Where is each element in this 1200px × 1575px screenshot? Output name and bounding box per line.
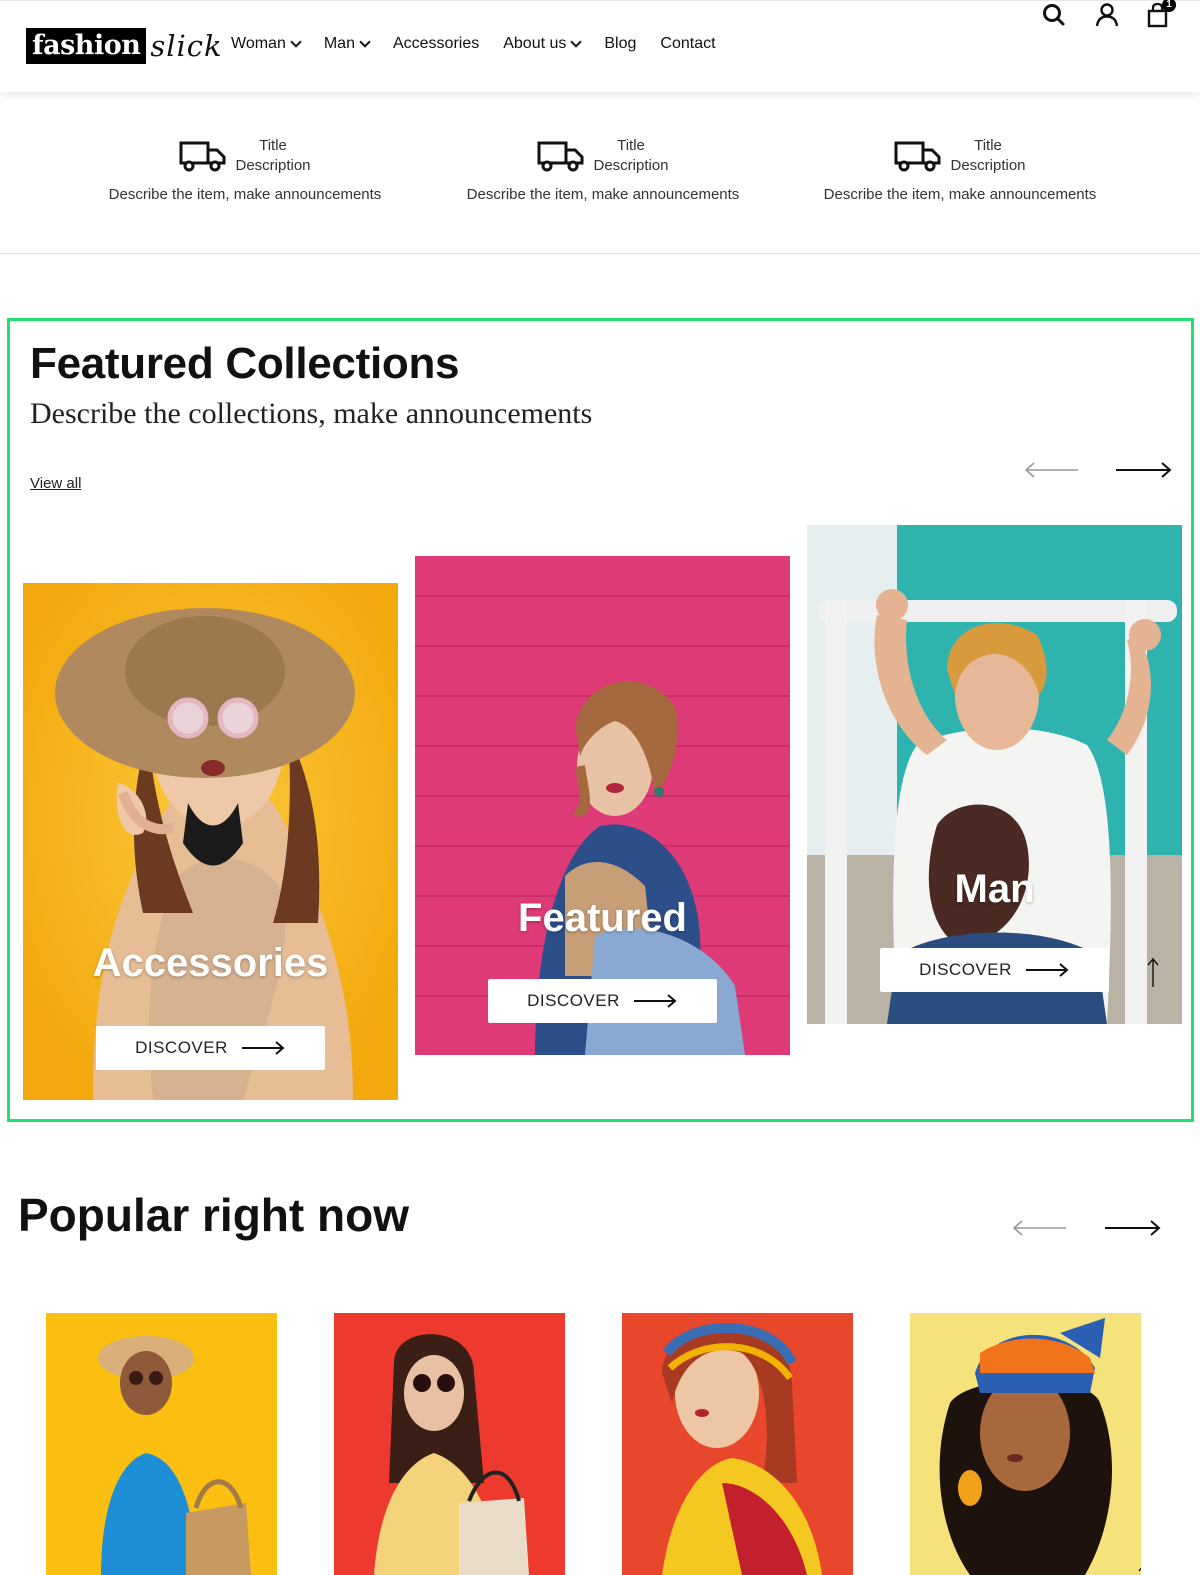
nav-item-blog[interactable]: Blog: [604, 35, 636, 53]
search-icon[interactable]: [1040, 1, 1068, 29]
collection-card-man[interactable]: Man DISCOVER: [807, 525, 1182, 1024]
feature-description: Describe the item, make announcements: [823, 186, 1097, 203]
collection-title: Featured: [518, 896, 687, 940]
discover-button-label: DISCOVER: [919, 960, 1012, 979]
arrow-up-icon: [1147, 957, 1159, 987]
product-card[interactable]: [46, 1313, 277, 1575]
arrow-right-icon: [1116, 462, 1172, 478]
collection-card-featured[interactable]: Featured DISCOVER: [415, 556, 790, 1055]
section-title: Featured Collections: [30, 339, 460, 388]
product-image: [46, 1313, 277, 1575]
feature-title: Title: [617, 137, 645, 154]
product-card[interactable]: [622, 1313, 853, 1575]
discover-button[interactable]: DISCOVER: [880, 948, 1109, 992]
carousel-prev-button[interactable]: [1022, 458, 1082, 482]
popular-next-button[interactable]: [1103, 1216, 1163, 1240]
chevron-down-icon: [570, 35, 583, 48]
site-header: fashion slick Woman Man Accessories Abou…: [0, 0, 1200, 92]
cart-count-badge: 1: [1162, 0, 1176, 12]
chevron-down-icon: [290, 35, 302, 48]
feature-item: Title Description Describe the item, mak…: [443, 136, 763, 203]
product-card[interactable]: [910, 1313, 1141, 1575]
arrow-right-icon: [1025, 963, 1069, 977]
arrow-right-icon: [1105, 1220, 1161, 1236]
arrow-right-icon: [633, 994, 677, 1008]
scroll-to-top-button[interactable]: [1138, 1563, 1141, 1575]
feature-description: Describe the item, make announcements: [466, 186, 740, 203]
feature-subtitle: Description: [593, 157, 669, 174]
discover-button-label: DISCOVER: [527, 991, 620, 1010]
product-image: [910, 1313, 1141, 1575]
feature-item: Title Description Describe the item, mak…: [800, 136, 1120, 203]
nav-item-label: Blog: [604, 35, 637, 52]
arrow-left-icon: [1024, 462, 1078, 478]
nav-item-contact[interactable]: Contact: [660, 35, 715, 53]
discover-button[interactable]: DISCOVER: [96, 1026, 325, 1070]
nav-item-label: Contact: [660, 35, 716, 52]
nav-item-label: About us: [503, 35, 567, 52]
product-card[interactable]: [334, 1313, 565, 1575]
nav-item-man[interactable]: Man: [323, 35, 371, 53]
popular-prev-button[interactable]: [1010, 1216, 1070, 1240]
scroll-to-top-button[interactable]: [1147, 957, 1159, 989]
logo[interactable]: fashion slick: [26, 28, 223, 64]
features-strip: Title Description Describe the item, mak…: [0, 92, 1200, 254]
feature-description: Describe the item, make announcements: [108, 186, 382, 203]
view-all-link[interactable]: View all: [30, 475, 81, 492]
chevron-down-icon: [359, 35, 371, 48]
product-image: [622, 1313, 853, 1575]
discover-button[interactable]: DISCOVER: [488, 979, 717, 1023]
truck-icon: [894, 141, 941, 172]
feature-title: Title: [259, 137, 287, 154]
popular-section-title: Popular right now: [18, 1189, 409, 1241]
collection-image: [23, 583, 398, 1100]
logo-box-text: fashion: [26, 28, 147, 64]
logo-script-text: slick: [150, 29, 223, 63]
cart-icon[interactable]: 1: [1144, 0, 1176, 29]
nav-item-label: Woman: [231, 35, 286, 52]
feature-item: Title Description Describe the item, mak…: [85, 136, 405, 203]
user-icon[interactable]: [1093, 1, 1121, 29]
product-image: [334, 1313, 565, 1575]
feature-title: Title: [974, 137, 1002, 154]
main-nav: Woman Man Accessories About us Blog Cont…: [231, 35, 740, 53]
arrow-up-icon: [1138, 1567, 1141, 1572]
truck-icon: [179, 141, 226, 172]
featured-collections-section: Featured Collections Describe the collec…: [7, 318, 1194, 1122]
nav-item-accessories[interactable]: Accessories: [393, 35, 479, 53]
collection-title: Accessories: [92, 941, 329, 985]
nav-item-label: Accessories: [392, 35, 480, 52]
nav-item-label: Man: [323, 35, 355, 52]
nav-item-woman[interactable]: Woman: [231, 35, 302, 53]
nav-item-about-us[interactable]: About us: [503, 35, 583, 53]
carousel-next-button[interactable]: [1114, 458, 1174, 482]
feature-subtitle: Description: [235, 157, 311, 174]
collection-title: Man: [954, 867, 1035, 911]
section-subtitle: Describe the collections, make announcem…: [30, 397, 593, 430]
truck-icon: [537, 141, 584, 172]
collection-card-accessories[interactable]: Accessories DISCOVER: [23, 583, 398, 1100]
discover-button-label: DISCOVER: [135, 1038, 228, 1057]
feature-subtitle: Description: [950, 157, 1026, 174]
arrow-left-icon: [1012, 1220, 1066, 1236]
arrow-right-icon: [241, 1041, 285, 1055]
